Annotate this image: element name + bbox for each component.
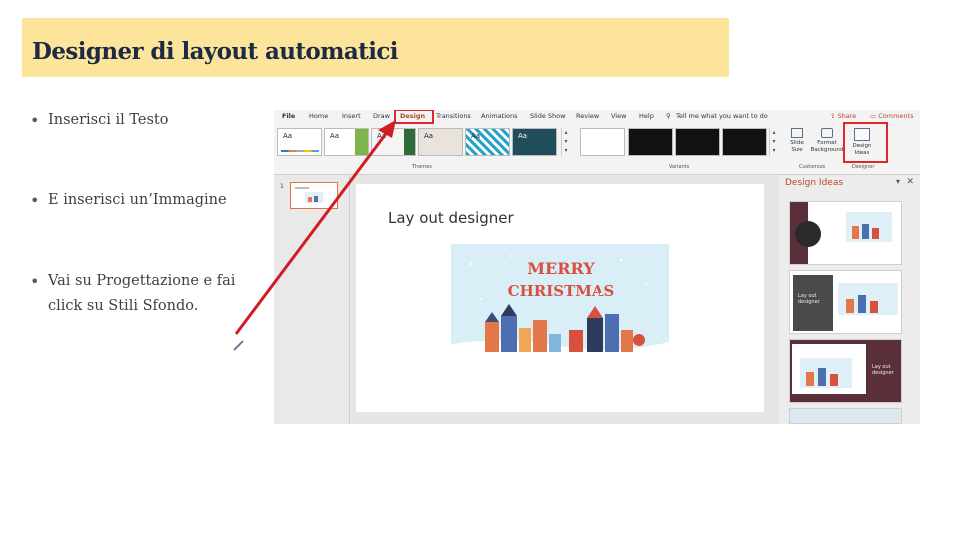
variant-thumbnail[interactable] [722, 128, 767, 156]
slide-thumbnails-pane: 1 [274, 175, 350, 424]
bullet-item: • Inserisci il Testo [30, 108, 270, 133]
group-label-variants: Variants [669, 164, 690, 170]
slide-size-icon [791, 128, 803, 138]
format-background-label: Format Background [810, 140, 844, 153]
design-idea-thumbnail[interactable] [789, 408, 902, 424]
theme-thumbnail[interactable]: Aa [512, 128, 557, 156]
tab-insert[interactable]: Insert [342, 112, 361, 121]
christmas-illustration: MERRY CHRISTMAS [451, 244, 669, 362]
design-idea-thumbnail[interactable] [789, 201, 902, 265]
variant-thumbnail[interactable] [675, 128, 720, 156]
tab-review[interactable]: Review [576, 112, 599, 121]
design-tab-highlight [394, 110, 434, 124]
theme-thumb-label: Aa [518, 132, 528, 140]
theme-thumb-label: Aa [424, 132, 434, 140]
themes-scroll-icon[interactable]: ▴ ▾ ▾ [561, 128, 570, 156]
comments-button[interactable]: ▭ Comments [870, 112, 913, 121]
bullet-dot-icon: • [30, 272, 40, 291]
variant-thumbnail[interactable] [628, 128, 673, 156]
comments-label: Comments [878, 112, 914, 120]
bullet-text: Vai su Progettazione e fai click su Stil… [48, 273, 236, 314]
theme-thumbnail[interactable]: Aa [418, 128, 463, 156]
theme-thumbnail[interactable]: Aa [277, 128, 322, 156]
design-ideas-pane: Design Ideas ▾ ✕ Lay out designer Lay ou… [779, 175, 920, 424]
ribbon-tab-bar: File Home Insert Draw Design Transitions… [274, 110, 920, 124]
bullet-dot-icon: • [30, 111, 40, 130]
bullet-item: • E inserisci un’Immagine [30, 188, 270, 213]
share-button[interactable]: ⇪ Share [830, 112, 856, 121]
tab-help[interactable]: Help [639, 112, 654, 121]
chevron-down-icon[interactable]: ▾ [896, 177, 900, 186]
design-idea-preview [790, 202, 892, 264]
design-idea-thumbnail[interactable]: Lay out designer [789, 270, 902, 334]
page-title: Designer di layout automatici [32, 38, 398, 65]
theme-thumbnail[interactable]: Aa [465, 128, 510, 156]
design-idea-label: Lay out designer [798, 293, 820, 305]
close-icon[interactable]: ✕ [906, 177, 914, 187]
slide-thumbnail[interactable] [290, 182, 338, 209]
slide-number: 1 [280, 183, 284, 190]
bullet-text: E inserisci un’Immagine [48, 192, 227, 208]
variants-scroll-icon[interactable]: ▴ ▾ ▾ [769, 128, 778, 156]
tab-transitions[interactable]: Transitions [436, 112, 471, 121]
design-idea-thumbnail[interactable]: Lay out designer [789, 339, 902, 403]
slide-title[interactable]: Lay out designer [388, 209, 514, 227]
theme-thumb-label: Aa [283, 132, 293, 140]
christmas-image[interactable]: MERRY CHRISTMAS [451, 244, 669, 362]
tab-animations[interactable]: Animations [481, 112, 518, 121]
slide-size-label: Slide Size [790, 140, 804, 153]
theme-thumbnail[interactable]: Aa [371, 128, 416, 156]
cursor-mark-icon [233, 340, 244, 351]
bullet-item: • Vai su Progettazione e fai click su St… [30, 269, 270, 319]
tab-file[interactable]: File [282, 112, 295, 121]
tell-me-search[interactable]: Tell me what you want to do [676, 112, 768, 121]
powerpoint-screenshot: File Home Insert Draw Design Transitions… [274, 110, 920, 424]
bullet-dot-icon: • [30, 191, 40, 210]
theme-thumb-label: Aa [377, 132, 387, 140]
group-label-themes: Themes [412, 164, 432, 170]
tab-home[interactable]: Home [309, 112, 328, 121]
slide-size-button[interactable]: Slide Size [786, 128, 808, 154]
slide-thumbnail-art [295, 187, 323, 203]
bullet-text: Inserisci il Testo [48, 112, 169, 128]
design-pane-title: Design Ideas [785, 178, 844, 188]
ribbon: Aa Aa Aa Aa Aa Aa ▴ ▾ ▾ Themes ▴ ▾ ▾ Variant… [274, 124, 920, 175]
christmas-text: CHRISTMAS [508, 282, 615, 300]
theme-thumb-label: Aa [330, 132, 340, 140]
theme-color-strip [281, 150, 319, 152]
tab-view[interactable]: View [611, 112, 626, 121]
group-label-designer: Designer [852, 164, 875, 170]
theme-thumbnail[interactable]: Aa [324, 128, 369, 156]
design-ideas-highlight [843, 122, 888, 163]
slide-canvas[interactable]: Lay out designer MERRY CHRISTMAS [356, 184, 764, 412]
share-label: Share [837, 112, 857, 120]
paint-bucket-icon [821, 128, 833, 138]
tab-draw[interactable]: Draw [373, 112, 390, 121]
lightbulb-icon: ⚲ [666, 112, 671, 120]
design-idea-label: Lay out designer [872, 364, 894, 376]
theme-thumb-label: Aa [471, 132, 481, 140]
merry-text: MERRY [527, 259, 595, 278]
tab-slide-show[interactable]: Slide Show [530, 112, 565, 121]
title-band: Designer di layout automatici [22, 18, 729, 77]
group-label-customize: Customize [799, 164, 826, 170]
format-background-button[interactable]: Format Background [810, 128, 844, 154]
variant-thumbnail[interactable] [580, 128, 625, 156]
